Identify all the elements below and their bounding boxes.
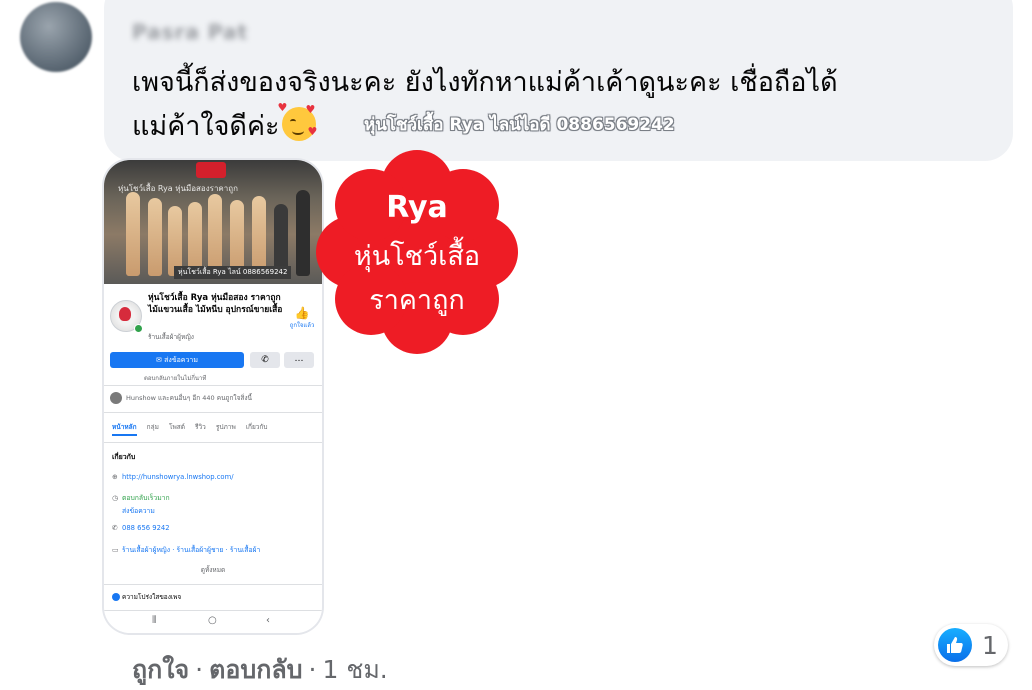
website-link: http://hunshowrya.lnwshop.com/ xyxy=(122,473,234,481)
reply-link[interactable]: ตอบกลับ xyxy=(209,655,302,684)
categories-text: ร้านเสื้อผ้าผู้หญิง · ร้านเสื้อผ้าผู้ชาย… xyxy=(122,546,261,554)
phone-number: 088 656 9242 xyxy=(122,524,170,532)
android-nav-bar: ⦀ ○ ‹ xyxy=(104,610,322,633)
about-title: เกี่ยวกับ xyxy=(112,453,136,461)
clock-icon: ◷ xyxy=(112,494,118,502)
watermark-text: หุ่นโชว์เสื้อ Rya ไลน์ไอดี 0886569242 xyxy=(364,115,675,135)
tab-about: เกี่ยวกับ xyxy=(245,423,268,431)
friends-like-text: Hunshow และคนอื่นๆ อีก 440 คนถูกใจสิ่งนี… xyxy=(126,394,252,402)
badge-product: หุ่นโชว์เสื้อ xyxy=(353,241,481,272)
message-button: ✉ ส่งข้อความ xyxy=(110,352,244,368)
mannequin-image xyxy=(252,196,266,276)
send-message-row: ส่งข้อความ xyxy=(112,505,155,516)
globe-icon: ⊕ xyxy=(112,473,118,481)
phone-row: ✆ 088 656 9242 xyxy=(112,524,170,532)
online-status-icon xyxy=(134,324,143,333)
tag-icon: ▭ xyxy=(112,546,119,554)
phone-icon: ✆ xyxy=(250,352,280,368)
comment-text-line-2-text: แม่ค้าใจดีค่ะ xyxy=(132,111,280,142)
website-row: ⊕ http://hunshowrya.lnwshop.com/ xyxy=(112,473,234,481)
more-icon: … xyxy=(284,352,314,368)
category-row: ▭ ร้านเสื้อผ้าผู้หญิง · ร้านเสื้อผ้าผู้ชา… xyxy=(112,544,260,555)
reaction-summary[interactable]: 1 xyxy=(934,624,1008,666)
back-icon: ‹ xyxy=(266,615,270,626)
see-all-link: ดูทั้งหมด xyxy=(200,566,226,574)
attached-screenshot[interactable]: หุ่นโชว์เสื้อ Rya หุ่นมือสองราคาถูก หุ่น… xyxy=(104,160,322,633)
divider xyxy=(104,385,322,386)
cover-sign xyxy=(196,162,226,178)
mannequin-image xyxy=(208,194,222,276)
separator-dot: · xyxy=(308,655,317,684)
comment-text-line-2: แม่ค้าใจดีค่ะ ♥ ♥ ♥ xyxy=(132,101,317,147)
friends-like-line: Hunshow และคนอื่นๆ อีก 440 คนถูกใจสิ่งนี… xyxy=(110,392,252,404)
mannequin-image xyxy=(230,200,244,276)
responds-text: ตอบกลับเร็วมาก xyxy=(122,494,170,502)
friend-avatar xyxy=(110,392,122,404)
like-thumb-icon xyxy=(938,628,972,662)
home-icon: ○ xyxy=(208,615,217,626)
tab-posts: โพสต์ xyxy=(168,423,185,431)
mannequin-image xyxy=(296,190,310,276)
mannequin-image xyxy=(148,198,162,276)
page-category: ร้านเสื้อผ้าผู้หญิง xyxy=(148,333,194,341)
page-cover-photo: หุ่นโชว์เสื้อ Rya หุ่นมือสองราคาถูก หุ่น… xyxy=(104,160,322,284)
send-message-link: ส่งข้อความ xyxy=(122,507,155,515)
thumbs-up-glyph xyxy=(947,637,963,653)
tab-home: หน้าหลัก xyxy=(112,423,137,436)
page-transparency-text: ความโปร่งใสของเพจ xyxy=(122,593,182,601)
separator-dot: · xyxy=(195,655,204,684)
responds-row: ◷ ตอบกลับเร็วมาก xyxy=(112,492,170,503)
phone-small-icon: ✆ xyxy=(112,524,118,532)
reply-time-note: ตอบกลับภายในไม่กี่นาที xyxy=(144,375,207,382)
badge-brand: Rya xyxy=(386,190,448,225)
page-name: หุ่นโชว์เสื้อ Rya หุ่นมือสอง ราคาถูก ไม้… xyxy=(148,293,283,315)
tab-reviews: รีวิว xyxy=(195,423,206,431)
comment-time[interactable]: 1 ชม. xyxy=(323,655,388,684)
page-like-label: ถูกใจแล้ว xyxy=(289,322,315,329)
mannequin-image xyxy=(126,192,140,276)
smiling-face-with-hearts-icon: ♥ ♥ ♥ xyxy=(278,101,317,141)
divider xyxy=(104,412,322,413)
thumbs-up-icon: 👍 xyxy=(294,306,310,320)
recent-apps-icon: ⦀ xyxy=(152,615,157,626)
comment-author[interactable]: Pasra Pat xyxy=(132,20,248,44)
tab-groups: กลุ่ม xyxy=(146,423,159,431)
badge-price: ราคาถูก xyxy=(369,285,465,316)
comment-text-line-1: เพจนี้ก็ส่งของจริงนะคะ ยังไงทักหาแม่ค้าเ… xyxy=(132,67,838,98)
tab-photos: รูปภาพ xyxy=(215,423,236,431)
divider xyxy=(104,442,322,443)
like-link[interactable]: ถูกใจ xyxy=(132,655,189,684)
page-transparency: ความโปร่งใสของเพจ xyxy=(112,592,181,602)
cover-tag: หุ่นโชว์เสื้อ Rya ไลน์ 0886569242 xyxy=(174,266,292,279)
message-button-label: ส่งข้อความ xyxy=(164,356,198,364)
reaction-count: 1 xyxy=(982,631,998,660)
mannequin-image xyxy=(188,202,202,276)
info-icon xyxy=(112,593,120,601)
page-tabs: หน้าหลัก กลุ่ม โพสต์ รีวิว รูปภาพ เกี่ยว… xyxy=(104,422,322,438)
commenter-avatar[interactable] xyxy=(20,2,92,72)
page-like-button: 👍 ถูกใจแล้ว xyxy=(288,306,316,330)
divider xyxy=(104,584,322,585)
comment-actions: ถูกใจ · ตอบกลับ · 1 ชม. xyxy=(132,650,388,690)
